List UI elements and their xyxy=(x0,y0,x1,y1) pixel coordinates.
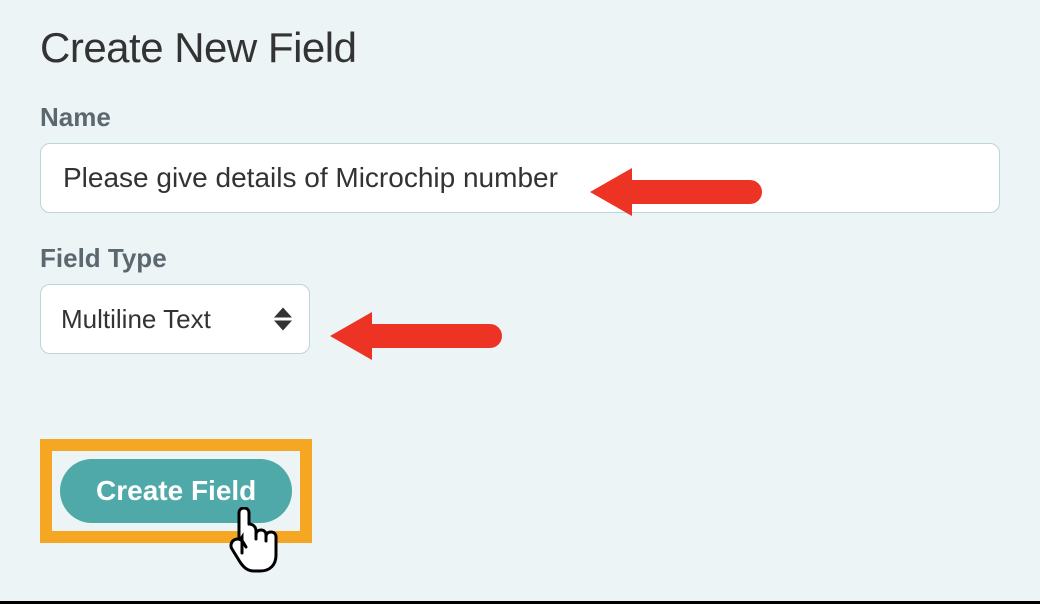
name-field-group: Name xyxy=(40,102,1000,213)
name-input[interactable] xyxy=(40,143,1000,213)
button-highlight-box: Create Field xyxy=(40,439,312,543)
field-type-select[interactable]: Multiline Text xyxy=(40,284,310,354)
page-title: Create New Field xyxy=(40,24,1000,72)
annotation-arrow-icon xyxy=(590,168,762,216)
field-type-group: Field Type Multiline Text xyxy=(40,243,1000,354)
create-field-button[interactable]: Create Field xyxy=(60,459,292,523)
name-label: Name xyxy=(40,102,1000,133)
field-type-label: Field Type xyxy=(40,243,1000,274)
annotation-arrow-icon xyxy=(330,312,502,360)
